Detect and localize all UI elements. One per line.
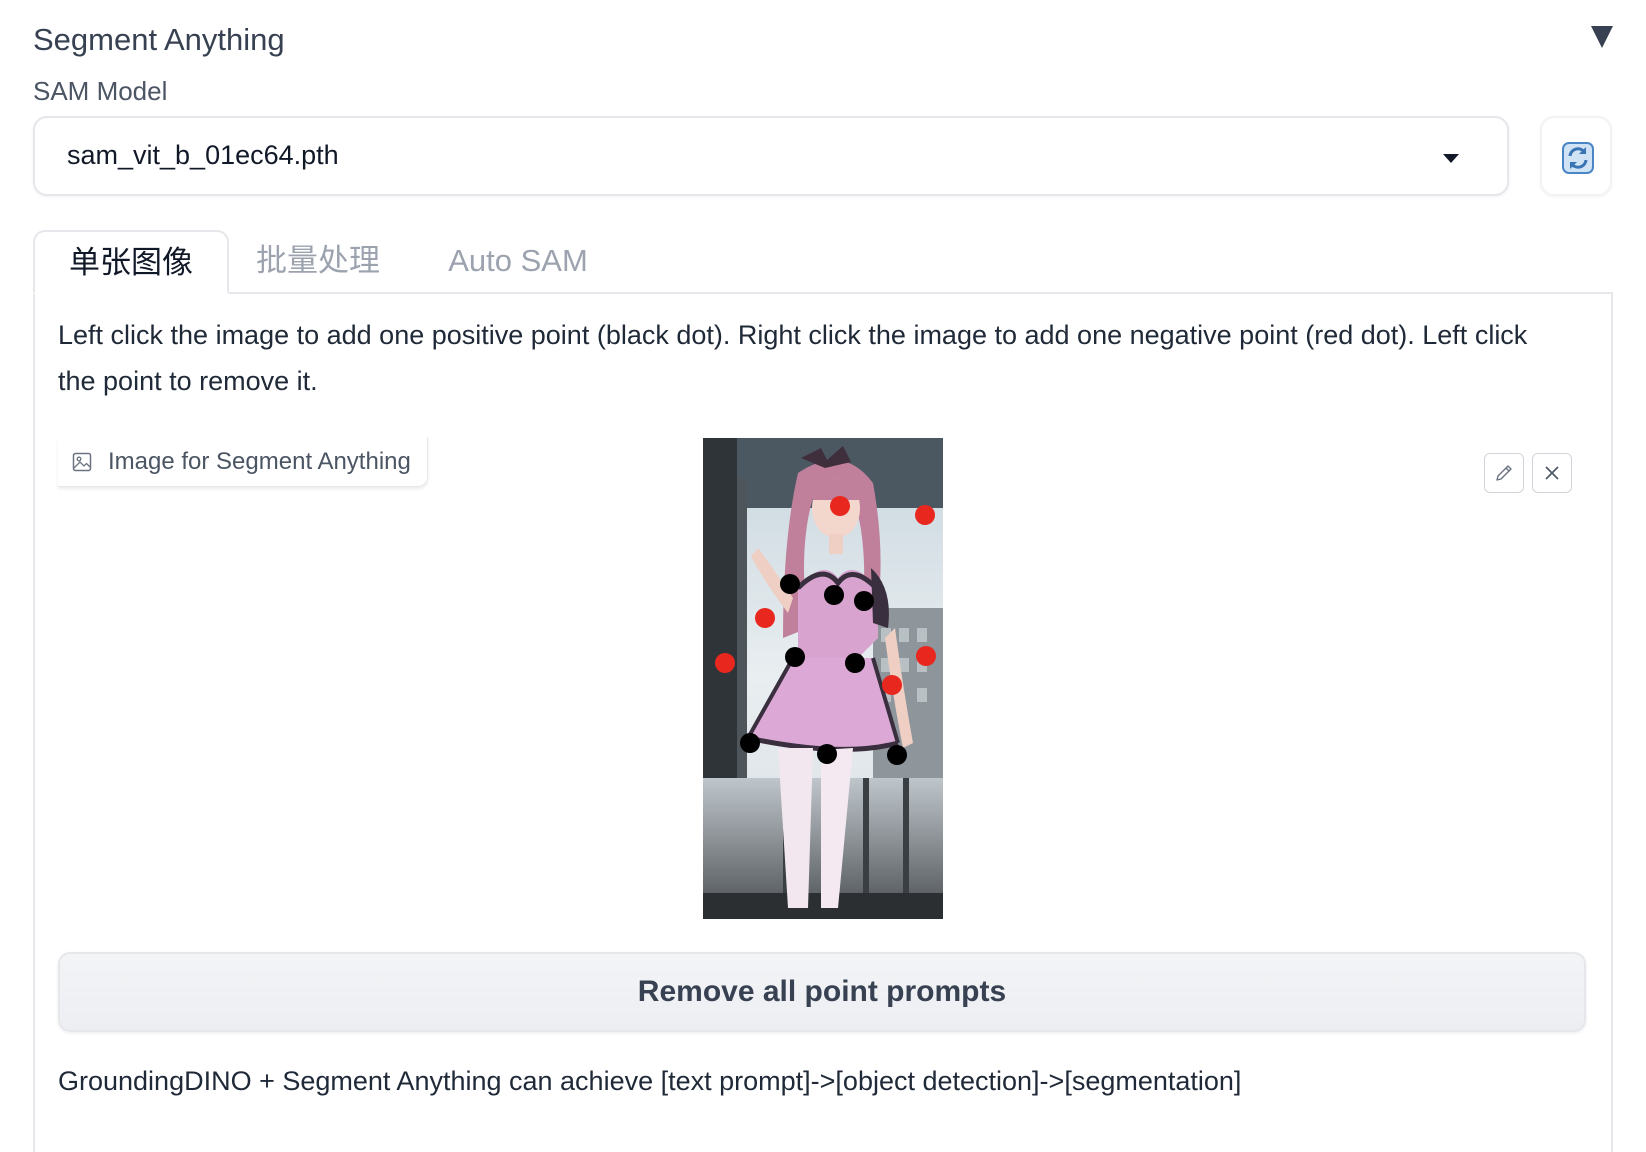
segment-image-canvas[interactable] — [703, 438, 943, 919]
positive-point[interactable] — [785, 647, 805, 667]
positive-point[interactable] — [845, 653, 865, 673]
refresh-icon — [1562, 142, 1594, 174]
tab-single-image[interactable]: 单张图像 — [33, 230, 229, 294]
image-input-label: Image for Segment Anything — [58, 437, 428, 487]
pencil-icon — [1496, 465, 1512, 481]
image-icon — [72, 452, 92, 471]
close-icon — [1545, 466, 1559, 480]
negative-point[interactable] — [755, 608, 775, 628]
sam-model-label: SAM Model — [33, 76, 168, 106]
edit-image-button[interactable] — [1484, 453, 1524, 493]
refresh-models-button[interactable] — [1540, 116, 1612, 196]
positive-point[interactable] — [780, 574, 800, 594]
positive-point[interactable] — [887, 745, 907, 765]
negative-point[interactable] — [915, 505, 935, 525]
positive-point[interactable] — [817, 744, 837, 764]
collapse-triangle-icon[interactable] — [1591, 26, 1613, 48]
tab-auto-sam[interactable]: Auto SAM — [433, 230, 603, 294]
positive-point[interactable] — [854, 591, 874, 611]
clear-image-button[interactable] — [1532, 453, 1572, 493]
segment-image — [703, 438, 943, 919]
negative-point[interactable] — [715, 653, 735, 673]
accordion-header[interactable]: Segment Anything — [33, 14, 1613, 62]
negative-point[interactable] — [882, 675, 902, 695]
negative-point[interactable] — [830, 496, 850, 516]
groundingdino-description: GroundingDINO + Segment Anything can ach… — [58, 1066, 1242, 1096]
caret-down-icon — [1443, 154, 1459, 163]
instructions-text: Left click the image to add one positive… — [58, 320, 1528, 396]
positive-point[interactable] — [740, 733, 760, 753]
remove-all-points-button[interactable]: Remove all point prompts — [58, 952, 1586, 1032]
accordion-title: Segment Anything — [33, 22, 285, 57]
mode-tabs: 单张图像 批量处理 Auto SAM — [33, 230, 1613, 294]
sam-model-selected-value: sam_vit_b_01ec64.pth — [67, 140, 339, 170]
image-input-label-text: Image for Segment Anything — [108, 447, 411, 475]
positive-point[interactable] — [824, 585, 844, 605]
tab-batch-process[interactable]: 批量处理 — [238, 230, 398, 294]
sam-model-dropdown[interactable]: sam_vit_b_01ec64.pth — [33, 116, 1509, 196]
negative-point[interactable] — [916, 646, 936, 666]
